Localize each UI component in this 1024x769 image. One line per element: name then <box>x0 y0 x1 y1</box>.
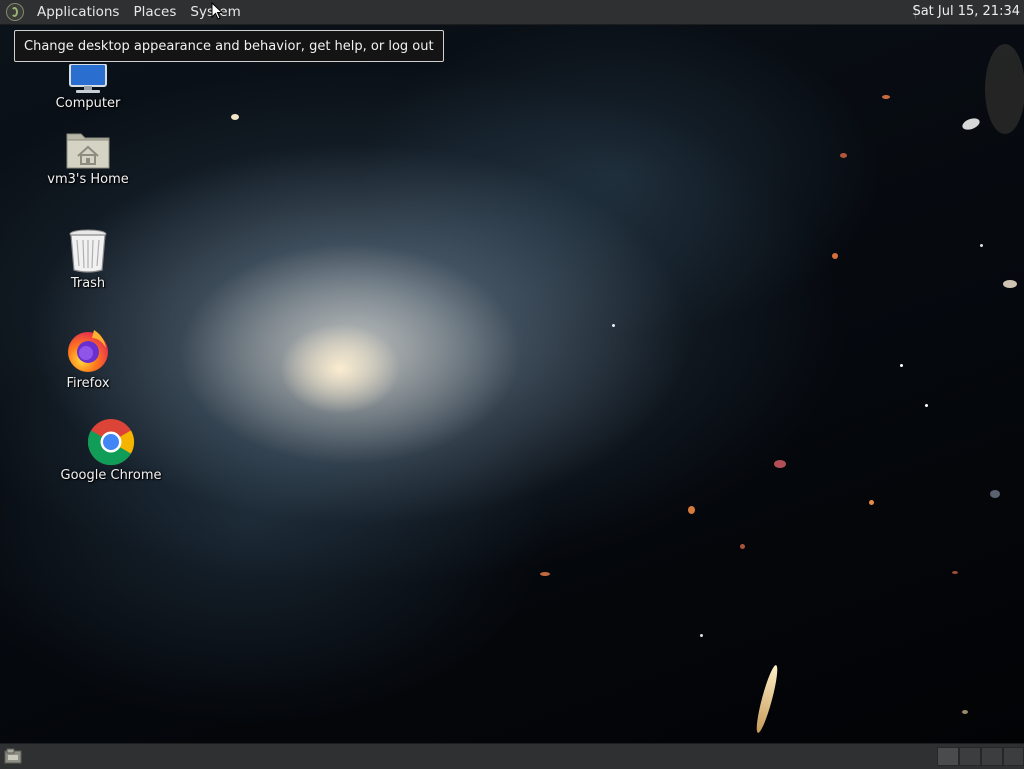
desktop-wallpaper[interactable] <box>0 24 1024 743</box>
chrome-icon <box>87 418 135 466</box>
desktop-icon-label: Computer <box>55 96 121 111</box>
desktop-icon-home[interactable]: vm3's Home <box>33 128 143 187</box>
top-panel: Applications Places System Sat Jul 15, 2… <box>0 0 1024 25</box>
applications-menu[interactable]: Applications <box>30 0 126 24</box>
mouse-cursor-icon <box>211 2 223 20</box>
star <box>990 490 1000 498</box>
bottom-panel <box>0 743 1024 769</box>
star <box>774 460 786 468</box>
star <box>231 114 239 120</box>
clock[interactable]: Sat Jul 15, 21:34 <box>912 0 1020 24</box>
star <box>962 710 968 714</box>
star <box>753 663 781 735</box>
star <box>1003 280 1017 288</box>
star <box>869 500 874 505</box>
desktop-icon-label: vm3's Home <box>47 172 129 187</box>
home-folder-icon <box>64 128 112 170</box>
star <box>832 253 838 259</box>
desktop-icon-computer[interactable]: Computer <box>33 63 143 111</box>
star <box>985 44 1024 134</box>
show-desktop-icon[interactable] <box>4 748 22 764</box>
desktop-icon-label: Google Chrome <box>60 468 162 483</box>
workspace-4[interactable] <box>1003 747 1024 766</box>
star <box>952 571 958 574</box>
desktop-icon-trash[interactable]: Trash <box>33 228 143 291</box>
system-menu-tooltip: Change desktop appearance and behavior, … <box>14 30 444 62</box>
star <box>900 364 903 367</box>
firefox-icon <box>64 326 112 374</box>
desktop-icon-chrome[interactable]: Google Chrome <box>56 418 166 483</box>
star <box>882 95 890 99</box>
star <box>740 544 745 549</box>
star <box>840 153 847 158</box>
computer-icon <box>64 63 112 94</box>
star <box>980 244 983 247</box>
distro-logo-icon[interactable] <box>6 3 24 21</box>
star <box>960 116 982 132</box>
places-menu[interactable]: Places <box>126 0 183 24</box>
desktop-icon-label: Trash <box>70 276 106 291</box>
star <box>540 572 550 576</box>
workspace-3[interactable] <box>981 747 1003 766</box>
desktop-icon-firefox[interactable]: Firefox <box>33 326 143 391</box>
star <box>925 404 928 407</box>
workspace-1[interactable] <box>937 747 959 766</box>
star <box>688 506 695 514</box>
trash-icon <box>64 228 112 274</box>
star <box>700 634 703 637</box>
desktop-icon-label: Firefox <box>66 376 110 391</box>
star <box>612 324 615 327</box>
workspace-2[interactable] <box>959 747 981 766</box>
